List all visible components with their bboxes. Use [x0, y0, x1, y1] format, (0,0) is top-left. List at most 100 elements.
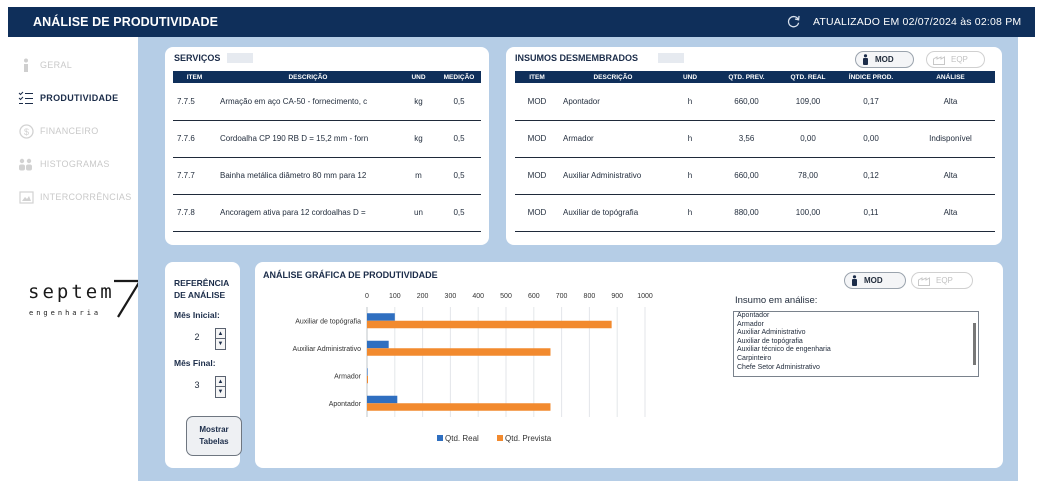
cell-item: 7.7.7	[173, 157, 216, 195]
category-label: Apontador	[329, 401, 362, 408]
grafico-card: ANÁLISE GRÁFICA DE PRODUTIVIDADE MOD EQP…	[255, 262, 1003, 468]
company-logo: septem engenharia	[28, 279, 146, 339]
checklist-icon	[18, 90, 34, 106]
table-row[interactable]: MOD Apontador h 660,00 109,00 0,17 Alta	[515, 83, 995, 121]
cell-descricao: Bainha metálica diâmetro 80 mm para 12	[216, 157, 400, 195]
cell-descricao: Auxiliar de topógrafia	[559, 194, 667, 232]
listbox-option[interactable]: Auxiliar de topógrafia	[734, 338, 978, 347]
category-label: Auxiliar Administrativo	[293, 346, 362, 353]
sidebar-item-label: GERAL	[40, 60, 73, 70]
cell-analise: Alta	[906, 194, 995, 232]
mes-final-spinner[interactable]: ▲ ▼	[215, 376, 226, 398]
mes-inicial-value: 2	[194, 332, 200, 342]
listbox-option[interactable]: Chefe Setor Administrativo	[734, 364, 978, 373]
sidebar-item-intercorrencias[interactable]: INTERCORRÊNCIAS	[18, 187, 132, 207]
table-row[interactable]: 7.7.5 Armação em aço CA-50 - forneciment…	[173, 83, 481, 121]
people-icon	[18, 156, 34, 172]
listbox-option[interactable]: Auxiliar Administrativo	[734, 329, 978, 338]
table-row[interactable]: 7.7.6 Cordoalha CP 190 RB D = 15,2 mm - …	[173, 120, 481, 158]
produtividade-bar-chart: 0 100 200 300 400 500 600 700 800 900 1000 Auxiliar…	[293, 293, 653, 443]
x-tick-label: 200	[417, 293, 429, 300]
cell-medicao: 0,5	[437, 157, 481, 195]
mes-inicial-spinner[interactable]: ▲ ▼	[215, 328, 226, 350]
listbox-scrollbar[interactable]	[973, 323, 976, 365]
cell-descricao: Ancoragem ativa para 12 cordoalhas D =	[216, 194, 400, 232]
sidebar-item-geral[interactable]: GERAL	[18, 55, 72, 75]
cell-qtd-real: 0,00	[780, 120, 836, 158]
mod-toggle-button[interactable]: MOD	[855, 51, 914, 68]
sidebar-item-label: PRODUTIVIDADE	[40, 93, 119, 103]
cell-und: m	[400, 157, 437, 195]
listbox-option[interactable]: Carpinteiro	[734, 355, 978, 364]
cell-indice: 0,17	[836, 83, 906, 121]
bar-real	[367, 340, 389, 349]
chart-eqp-toggle-button[interactable]: EQP	[911, 272, 973, 289]
button-label-line1: Mostrar	[199, 425, 229, 434]
legend-swatch	[437, 435, 443, 441]
sidebar-item-histogramas[interactable]: HISTOGRAMAS	[18, 154, 110, 174]
cell-und: h	[667, 120, 713, 158]
chart-mod-toggle-button[interactable]: MOD	[844, 272, 906, 289]
x-tick-label: 400	[472, 293, 484, 300]
col-header: UND	[400, 71, 437, 83]
cell-und: un	[400, 194, 437, 232]
listbox-option[interactable]: Apontador	[734, 312, 978, 321]
x-tick-label: 500	[500, 293, 512, 300]
category-label: Auxiliar de topógrafia	[295, 318, 361, 325]
insumo-listbox[interactable]: Apontador Armador Auxiliar Administrativ…	[733, 311, 979, 377]
spinner-down-icon[interactable]: ▼	[216, 339, 225, 349]
money-icon: $	[18, 123, 34, 139]
button-label-line2: Tabelas	[199, 437, 229, 446]
cell-und: h	[667, 157, 713, 195]
mes-final-value: 3	[194, 380, 200, 390]
listbox-option[interactable]: Armador	[734, 321, 978, 330]
factory-icon	[918, 276, 930, 286]
listbox-option[interactable]: Auxiliar técnico de engenharia	[734, 346, 978, 355]
servicos-table: ITEM DESCRIÇÃO UND MEDIÇÃO 7.7.5 Armação…	[173, 71, 481, 232]
mes-final-label: Mês Final:	[174, 358, 216, 368]
table-row[interactable]: MOD Armador h 3,56 0,00 0,00 Indisponíve…	[515, 120, 995, 158]
bar-prevista	[367, 403, 551, 411]
spinner-up-icon[interactable]: ▲	[216, 377, 225, 387]
bar-prevista	[367, 348, 551, 356]
sidebar-item-produtividade[interactable]: PRODUTIVIDADE	[18, 88, 118, 108]
spinner-up-icon[interactable]: ▲	[216, 329, 225, 339]
eqp-label: EQP	[951, 55, 968, 64]
table-row[interactable]: MOD Auxiliar de topógrafia h 880,00 100,…	[515, 194, 995, 232]
table-row[interactable]: 7.7.8 Ancoragem ativa para 12 cordoalhas…	[173, 194, 481, 232]
mod-label: MOD	[864, 276, 883, 285]
eqp-toggle-button[interactable]: EQP	[926, 51, 985, 68]
table-row[interactable]: MOD Auxiliar Administrativo h 660,00 78,…	[515, 157, 995, 195]
mes-inicial-label: Mês Inicial:	[174, 310, 220, 320]
insumo-analise-label: Insumo em análise:	[735, 295, 818, 306]
cell-descricao: Armação em aço CA-50 - fornecimento, c	[216, 83, 400, 121]
page-title: ANÁLISE DE PRODUTIVIDADE	[33, 15, 219, 29]
cell-item: 7.7.5	[173, 83, 216, 121]
servicos-title: SERVIÇOS	[174, 53, 221, 63]
spinner-down-icon[interactable]: ▼	[216, 387, 225, 397]
cell-und: kg	[400, 120, 437, 158]
cell-item: MOD	[515, 83, 559, 121]
mostrar-tabelas-button[interactable]: Mostrar Tabelas	[186, 416, 242, 456]
refresh-icon[interactable]	[785, 13, 802, 30]
cell-qtd-prev: 660,00	[713, 157, 780, 195]
cell-analise: Indisponível	[906, 120, 995, 158]
cell-item: MOD	[515, 157, 559, 195]
table-row[interactable]: 7.7.7 Bainha metálica diâmetro 80 mm par…	[173, 157, 481, 195]
logo-subtitle: engenharia	[29, 309, 102, 317]
bar-prevista	[367, 320, 612, 329]
referencia-title-line2: DE ANÁLISE	[174, 290, 226, 300]
cell-analise: Alta	[906, 83, 995, 121]
insumos-card: INSUMOS DESMEMBRADOS MOD EQP ITEM DESCRI…	[506, 47, 1002, 245]
person-icon	[852, 275, 857, 286]
x-tick-label: 800	[584, 293, 596, 300]
cell-item: 7.7.8	[173, 194, 216, 232]
sidebar-item-financeiro[interactable]: $ FINANCEIRO	[18, 121, 99, 141]
bar-prevista	[367, 375, 368, 384]
cell-item: MOD	[515, 194, 559, 232]
svg-text:$: $	[24, 127, 29, 137]
cell-und: h	[667, 194, 713, 232]
updated-timestamp: ATUALIZADO EM 02/07/2024 às 02:08 PM	[813, 16, 1022, 28]
col-header: ITEM	[173, 71, 216, 83]
cell-und: kg	[400, 83, 437, 121]
